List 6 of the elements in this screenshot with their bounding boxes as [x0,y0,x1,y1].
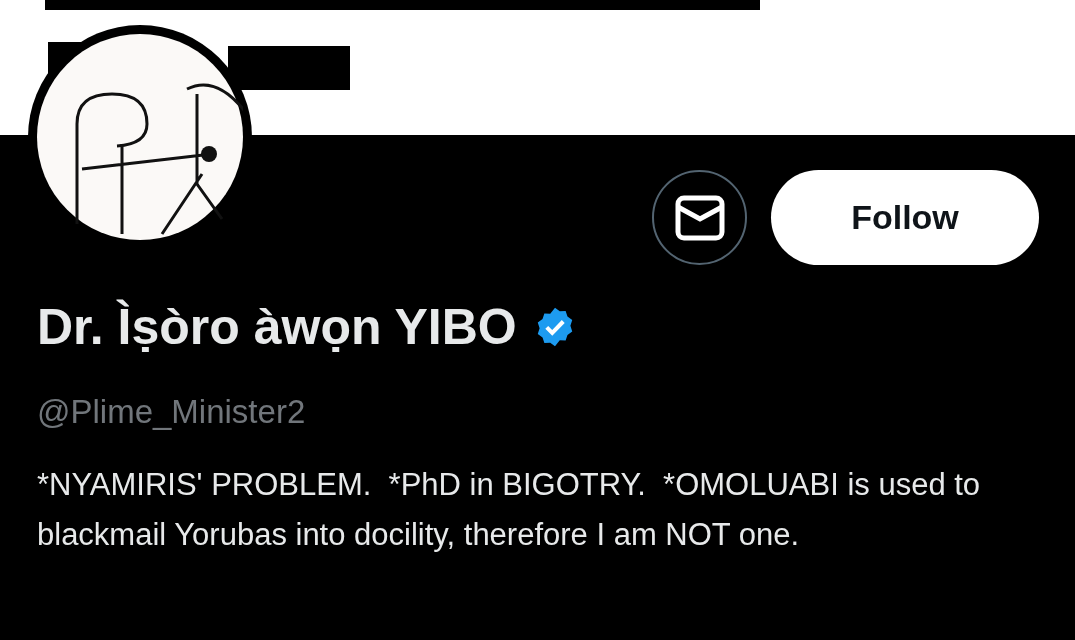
profile-name: Dr. Ìṣòro àwọn YIBO [37,298,517,357]
follow-button[interactable]: Follow [771,170,1039,265]
envelope-icon [674,194,725,241]
profile-bio: *NYAMIRIS' PROBLEM. *PhD in BIGOTRY. *OMOLUABI is used to blackmail Yorubas into docility, therefore I am NOT one. [37,466,982,554]
profile-handle: @Plime_Minister2 [37,392,307,432]
message-button[interactable] [652,170,747,265]
